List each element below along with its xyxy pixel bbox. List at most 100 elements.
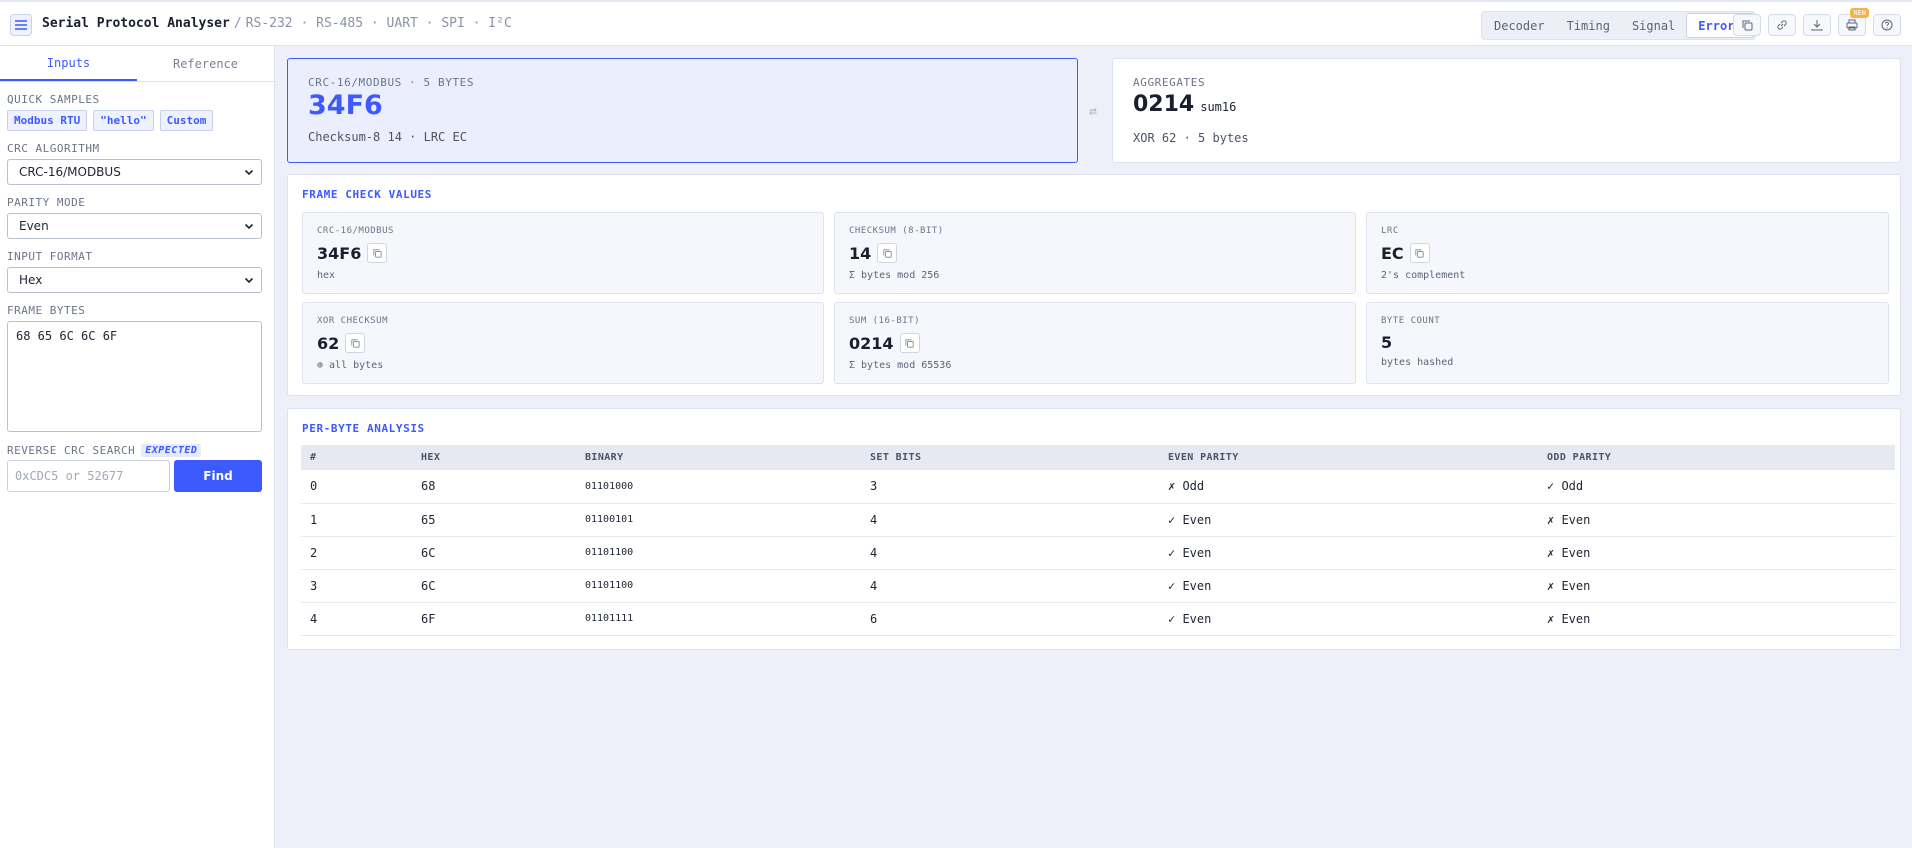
check-value: 34F6	[317, 243, 362, 263]
check-value: 62	[317, 333, 340, 353]
menu-button[interactable]	[10, 14, 32, 36]
table-row: 2 6C 01101100 4 ✓ Even ✗ Even	[301, 536, 1895, 570]
aggregates-caption: AGGREGATES	[1133, 76, 1206, 89]
sample-custom[interactable]: Custom	[159, 110, 214, 131]
find-button[interactable]: Find	[174, 460, 262, 492]
chevron-down-icon	[244, 277, 254, 284]
check-card-lrc: LRC EC 2's complement	[1366, 212, 1889, 294]
check-sub: Σ bytes mod 256	[849, 270, 940, 281]
cell-even-parity: ✓ Even	[1159, 536, 1538, 570]
sample-hello[interactable]: "hello"	[93, 110, 154, 131]
parity-mode-select[interactable]: Even	[7, 213, 262, 239]
aggregates-sub: XOR 62 · 5 bytes	[1133, 131, 1249, 145]
tab-reference[interactable]: Reference	[137, 46, 274, 81]
check-value-row: 5	[1381, 333, 1392, 352]
cell-odd-parity: ✗ Even	[1538, 536, 1895, 570]
cell-binary: 01101100	[576, 536, 861, 570]
download-icon	[1811, 20, 1823, 31]
cell-index: 1	[301, 503, 412, 537]
aggregates-value-group: 0214 sum16	[1133, 92, 1236, 117]
cell-odd-parity: ✗ Even	[1538, 503, 1895, 537]
cell-hex: 6C	[412, 536, 576, 570]
tab-signal[interactable]: Signal	[1621, 13, 1686, 38]
cell-binary: 01101111	[576, 602, 861, 636]
print-button[interactable]: NEW	[1838, 8, 1869, 36]
frame-bytes-input[interactable]: 68 65 6C 6C 6F	[7, 321, 262, 432]
copy-icon	[351, 338, 360, 348]
input-format-value: Hex	[19, 273, 43, 287]
swap-icon[interactable]: ⇄	[1089, 104, 1097, 119]
cell-even-parity: ✗ Odd	[1159, 470, 1538, 504]
primary-crc-card: CRC-16/MODBUS · 5 BYTES 34F6 Checksum-8 …	[287, 58, 1078, 163]
table-row: 4 6F 01101111 6 ✓ Even ✗ Even	[301, 602, 1895, 636]
table-row: 3 6C 01101100 4 ✓ Even ✗ Even	[301, 569, 1895, 603]
cell-set-bits: 4	[861, 503, 1159, 537]
check-label: BYTE COUNT	[1381, 316, 1441, 326]
input-format-select[interactable]: Hex	[7, 267, 262, 293]
check-sub: Σ bytes mod 65536	[849, 360, 952, 371]
cell-binary: 01101100	[576, 569, 861, 603]
copy-value-button[interactable]	[877, 243, 898, 263]
tab-timing[interactable]: Timing	[1556, 13, 1621, 38]
tab-decoder[interactable]: Decoder	[1483, 13, 1556, 38]
chevron-down-icon	[244, 223, 254, 230]
check-sub: bytes hashed	[1381, 357, 1454, 368]
frame-bytes-label: FRAME BYTES	[7, 304, 86, 317]
copy-button[interactable]	[1733, 14, 1761, 36]
sidebar: Inputs Reference QUICK SAMPLES Modbus RT…	[0, 46, 275, 848]
check-label: SUM (16-BIT)	[849, 316, 921, 326]
cell-set-bits: 6	[861, 602, 1159, 636]
link-button[interactable]	[1768, 14, 1796, 36]
copy-icon	[1742, 20, 1752, 30]
new-badge: NEW	[1850, 8, 1869, 18]
copy-value-button[interactable]	[899, 333, 920, 353]
reverse-crc-input[interactable]: 0xCDC5 or 52677	[7, 460, 170, 492]
cell-even-parity: ✓ Even	[1159, 602, 1538, 636]
tab-inputs[interactable]: Inputs	[0, 46, 137, 81]
copy-value-button[interactable]	[1409, 243, 1430, 263]
column-header: BINARY	[576, 445, 861, 470]
crc-algorithm-select[interactable]: CRC-16/MODBUS	[7, 159, 262, 185]
per-byte-title: PER-BYTE ANALYSIS	[302, 422, 425, 435]
column-header: #	[301, 445, 412, 470]
cell-even-parity: ✓ Even	[1159, 503, 1538, 537]
sample-modbus-rtu[interactable]: Modbus RTU	[7, 110, 88, 131]
check-value-row: 34F6	[317, 243, 388, 263]
copy-value-button[interactable]	[367, 243, 388, 263]
quick-samples-label: QUICK SAMPLES	[7, 93, 100, 106]
sidebar-tabs: Inputs Reference	[0, 46, 274, 82]
column-header: SET BITS	[861, 445, 1159, 470]
check-value-row: 62	[317, 333, 366, 353]
check-value: EC	[1381, 243, 1404, 263]
title-separator: /	[233, 16, 242, 31]
help-button[interactable]	[1873, 14, 1901, 36]
frame-check-title: FRAME CHECK VALUES	[302, 188, 433, 201]
per-byte-table: # HEX BINARY SET BITS EVEN PARITY ODD PA…	[301, 445, 1895, 636]
cell-hex: 6F	[412, 602, 576, 636]
check-value: 14	[849, 243, 872, 263]
table-row: 1 65 01100101 4 ✓ Even ✗ Even	[301, 503, 1895, 537]
check-card-sum16: SUM (16-BIT) 0214 Σ bytes mod 65536	[834, 302, 1356, 384]
check-card-checksum8: CHECKSUM (8-BIT) 14 Σ bytes mod 256	[834, 212, 1356, 294]
check-sub: ⊕ all bytes	[317, 360, 384, 371]
app-title: Serial Protocol Analyser	[42, 16, 230, 31]
cell-hex: 6C	[412, 569, 576, 603]
copy-icon	[883, 248, 892, 258]
cell-binary: 01100101	[576, 503, 861, 537]
copy-icon	[1415, 248, 1424, 258]
table-header-row: # HEX BINARY SET BITS EVEN PARITY ODD PA…	[301, 445, 1895, 470]
cell-index: 4	[301, 602, 412, 636]
column-header: ODD PARITY	[1538, 445, 1895, 470]
aggregates-card: AGGREGATES 0214 sum16 XOR 62 · 5 bytes	[1112, 58, 1901, 163]
check-value-row: EC	[1381, 243, 1430, 263]
cell-index: 2	[301, 536, 412, 570]
copy-value-button[interactable]	[345, 333, 366, 353]
download-button[interactable]	[1803, 14, 1831, 36]
check-sub: hex	[317, 270, 336, 281]
check-value-row: 0214	[849, 333, 920, 353]
frame-check-panel: FRAME CHECK VALUES CRC-16/MODBUS 34F6 he…	[287, 174, 1901, 396]
cell-set-bits: 4	[861, 569, 1159, 603]
cell-binary: 01101000	[576, 470, 861, 504]
check-value: 0214	[849, 333, 894, 353]
copy-icon	[373, 248, 382, 258]
